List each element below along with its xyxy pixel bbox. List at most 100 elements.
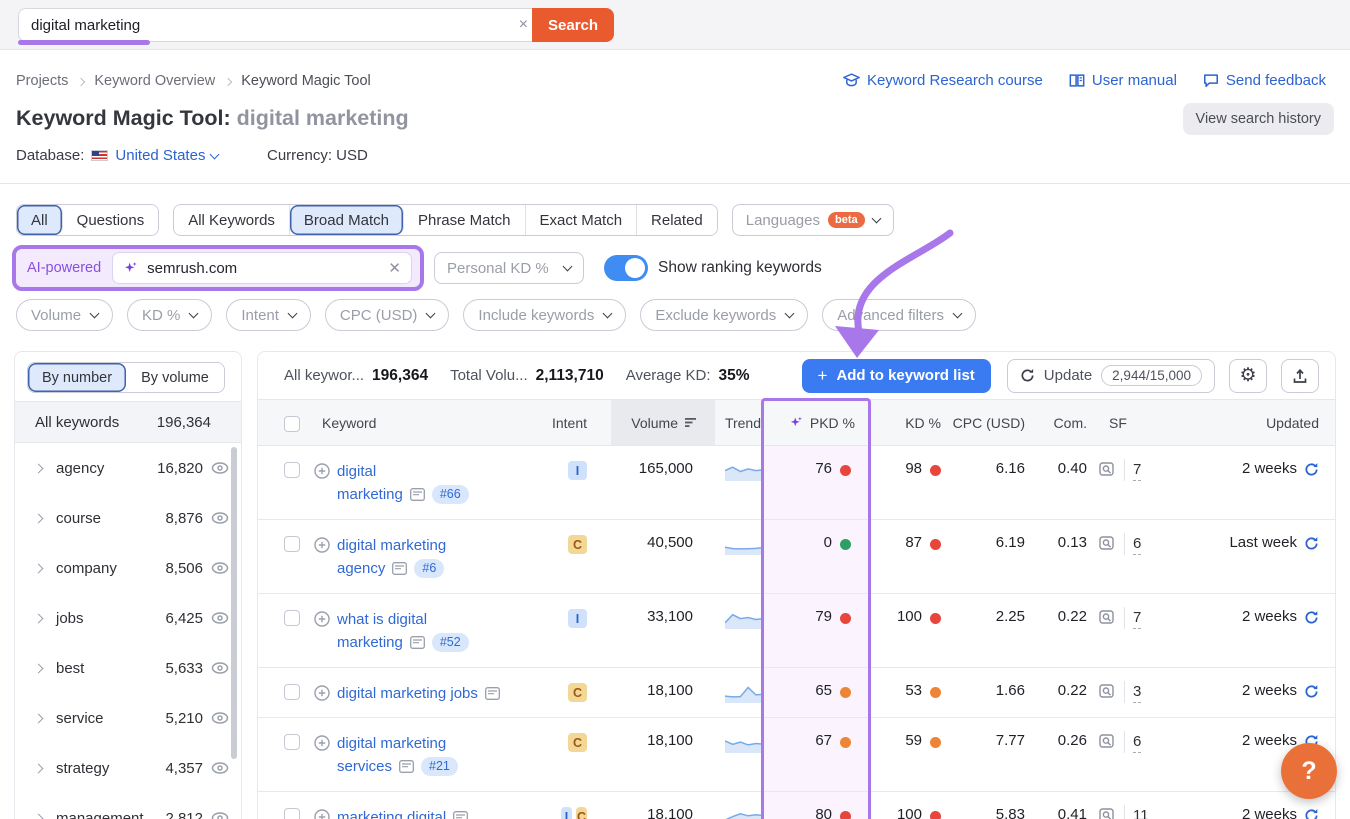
- eye-icon[interactable]: [211, 612, 229, 624]
- keyword-link[interactable]: marketing: [337, 483, 403, 506]
- col-cpc[interactable]: CPC (USD): [941, 400, 1025, 445]
- row-checkbox[interactable]: [284, 536, 300, 552]
- personal-kd-dropdown[interactable]: Personal KD %: [434, 252, 584, 284]
- serp-features-count[interactable]: 7: [1133, 608, 1141, 629]
- keyword-link[interactable]: services: [337, 755, 392, 778]
- tab-by-volume[interactable]: By volume: [126, 363, 224, 392]
- clear-domain-icon[interactable]: ✕: [388, 259, 401, 277]
- export-button[interactable]: [1281, 359, 1319, 393]
- sidebar-scrollbar[interactable]: [231, 447, 237, 759]
- send-feedback-link[interactable]: Send feedback: [1203, 72, 1326, 89]
- filter-advanced-filters[interactable]: Advanced filters: [822, 299, 976, 331]
- keyword-link[interactable]: marketing: [337, 631, 403, 654]
- col-intent[interactable]: Intent: [561, 400, 611, 445]
- select-all-checkbox[interactable]: [284, 416, 300, 432]
- sidebar-group-strategy[interactable]: strategy 4,357: [15, 743, 241, 793]
- sidebar-group-agency[interactable]: agency 16,820: [15, 443, 241, 493]
- keyword-link[interactable]: digital: [337, 460, 376, 483]
- keyword-link[interactable]: digital marketing: [337, 732, 446, 755]
- refresh-icon[interactable]: [1304, 462, 1319, 477]
- sidebar-group-course[interactable]: course 8,876: [15, 493, 241, 543]
- view-search-history-button[interactable]: View search history: [1183, 103, 1334, 135]
- eye-icon[interactable]: [211, 512, 229, 524]
- serp-features-icon[interactable]: [1099, 610, 1116, 626]
- serp-features-icon[interactable]: [1099, 462, 1116, 478]
- sidebar-group-service[interactable]: service 5,210: [15, 693, 241, 743]
- tab-related[interactable]: Related: [637, 205, 717, 235]
- keyword-link[interactable]: marketing digital: [337, 806, 446, 819]
- eye-icon[interactable]: [211, 662, 229, 674]
- serp-features-count[interactable]: 6: [1133, 534, 1141, 555]
- add-keyword-icon[interactable]: [314, 809, 330, 819]
- serp-features-icon[interactable]: [1099, 808, 1116, 819]
- filter-cpc-usd-[interactable]: CPC (USD): [325, 299, 450, 331]
- clear-search-icon[interactable]: ×: [519, 16, 528, 34]
- add-keyword-icon[interactable]: [314, 735, 330, 751]
- tab-all[interactable]: All: [17, 205, 63, 235]
- filter-exclude-keywords[interactable]: Exclude keywords: [640, 299, 808, 331]
- col-volume[interactable]: Volume: [611, 400, 715, 445]
- filter-intent[interactable]: Intent: [226, 299, 311, 331]
- col-com[interactable]: Com.: [1025, 400, 1087, 445]
- tab-broad-match[interactable]: Broad Match: [290, 205, 404, 235]
- search-button[interactable]: Search: [532, 8, 614, 42]
- tab-by-number[interactable]: By number: [28, 363, 126, 392]
- filter-kd-[interactable]: KD %: [127, 299, 212, 331]
- keyword-link[interactable]: digital marketing: [337, 534, 446, 557]
- serp-features-count[interactable]: 7: [1133, 460, 1141, 481]
- col-pkd[interactable]: PKD %: [761, 400, 871, 445]
- refresh-icon[interactable]: [1304, 536, 1319, 551]
- eye-icon[interactable]: [211, 762, 229, 774]
- breadcrumb-item[interactable]: Projects: [16, 73, 68, 89]
- database-dropdown[interactable]: United States: [115, 147, 218, 164]
- filter-include-keywords[interactable]: Include keywords: [463, 299, 626, 331]
- serp-preview-icon[interactable]: [392, 562, 407, 575]
- add-keyword-icon[interactable]: [314, 611, 330, 627]
- add-to-keyword-list-button[interactable]: + Add to keyword list: [802, 359, 991, 393]
- refresh-icon[interactable]: [1304, 808, 1319, 819]
- serp-features-count[interactable]: 3: [1133, 682, 1141, 703]
- serp-preview-icon[interactable]: [410, 636, 425, 649]
- refresh-icon[interactable]: [1304, 684, 1319, 699]
- breadcrumb-item[interactable]: Keyword Overview: [94, 73, 215, 89]
- row-checkbox[interactable]: [284, 462, 300, 478]
- serp-features-count[interactable]: 6: [1133, 732, 1141, 753]
- eye-icon[interactable]: [211, 562, 229, 574]
- eye-icon[interactable]: [211, 712, 229, 724]
- eye-icon[interactable]: [211, 462, 229, 474]
- serp-features-icon[interactable]: [1099, 684, 1116, 700]
- row-checkbox[interactable]: [284, 684, 300, 700]
- serp-features-icon[interactable]: [1099, 536, 1116, 552]
- refresh-icon[interactable]: [1304, 610, 1319, 625]
- serp-features-icon[interactable]: [1099, 734, 1116, 750]
- sidebar-group-best[interactable]: best 5,633: [15, 643, 241, 693]
- add-keyword-icon[interactable]: [314, 537, 330, 553]
- help-button[interactable]: ?: [1281, 743, 1337, 799]
- row-checkbox[interactable]: [284, 734, 300, 750]
- tab-questions[interactable]: Questions: [63, 205, 159, 235]
- serp-preview-icon[interactable]: [485, 687, 500, 700]
- update-button[interactable]: Update 2,944/15,000: [1007, 359, 1215, 393]
- col-sf[interactable]: SF: [1087, 400, 1151, 445]
- all-keywords-row[interactable]: All keywords 196,364: [15, 401, 241, 443]
- add-keyword-icon[interactable]: [314, 463, 330, 479]
- keyword-link[interactable]: digital marketing jobs: [337, 682, 478, 705]
- col-kd[interactable]: KD %: [871, 400, 941, 445]
- keyword-research-course-link[interactable]: Keyword Research course: [843, 72, 1043, 89]
- keyword-link[interactable]: what is digital: [337, 608, 427, 631]
- breadcrumb-item[interactable]: Keyword Magic Tool: [241, 73, 371, 89]
- sidebar-group-management[interactable]: management 2,812: [15, 793, 241, 819]
- eye-icon[interactable]: [211, 812, 229, 819]
- row-checkbox[interactable]: [284, 610, 300, 626]
- languages-dropdown[interactable]: Languages beta: [732, 204, 894, 236]
- col-updated[interactable]: Updated: [1151, 400, 1335, 445]
- add-keyword-icon[interactable]: [314, 685, 330, 701]
- keyword-link[interactable]: agency: [337, 557, 385, 580]
- col-keyword[interactable]: Keyword: [314, 400, 561, 445]
- show-ranking-keywords-toggle[interactable]: [604, 255, 648, 281]
- sidebar-group-company[interactable]: company 8,506: [15, 543, 241, 593]
- tab-all-keywords[interactable]: All Keywords: [174, 205, 290, 235]
- serp-preview-icon[interactable]: [410, 488, 425, 501]
- row-checkbox[interactable]: [284, 808, 300, 819]
- sidebar-group-jobs[interactable]: jobs 6,425: [15, 593, 241, 643]
